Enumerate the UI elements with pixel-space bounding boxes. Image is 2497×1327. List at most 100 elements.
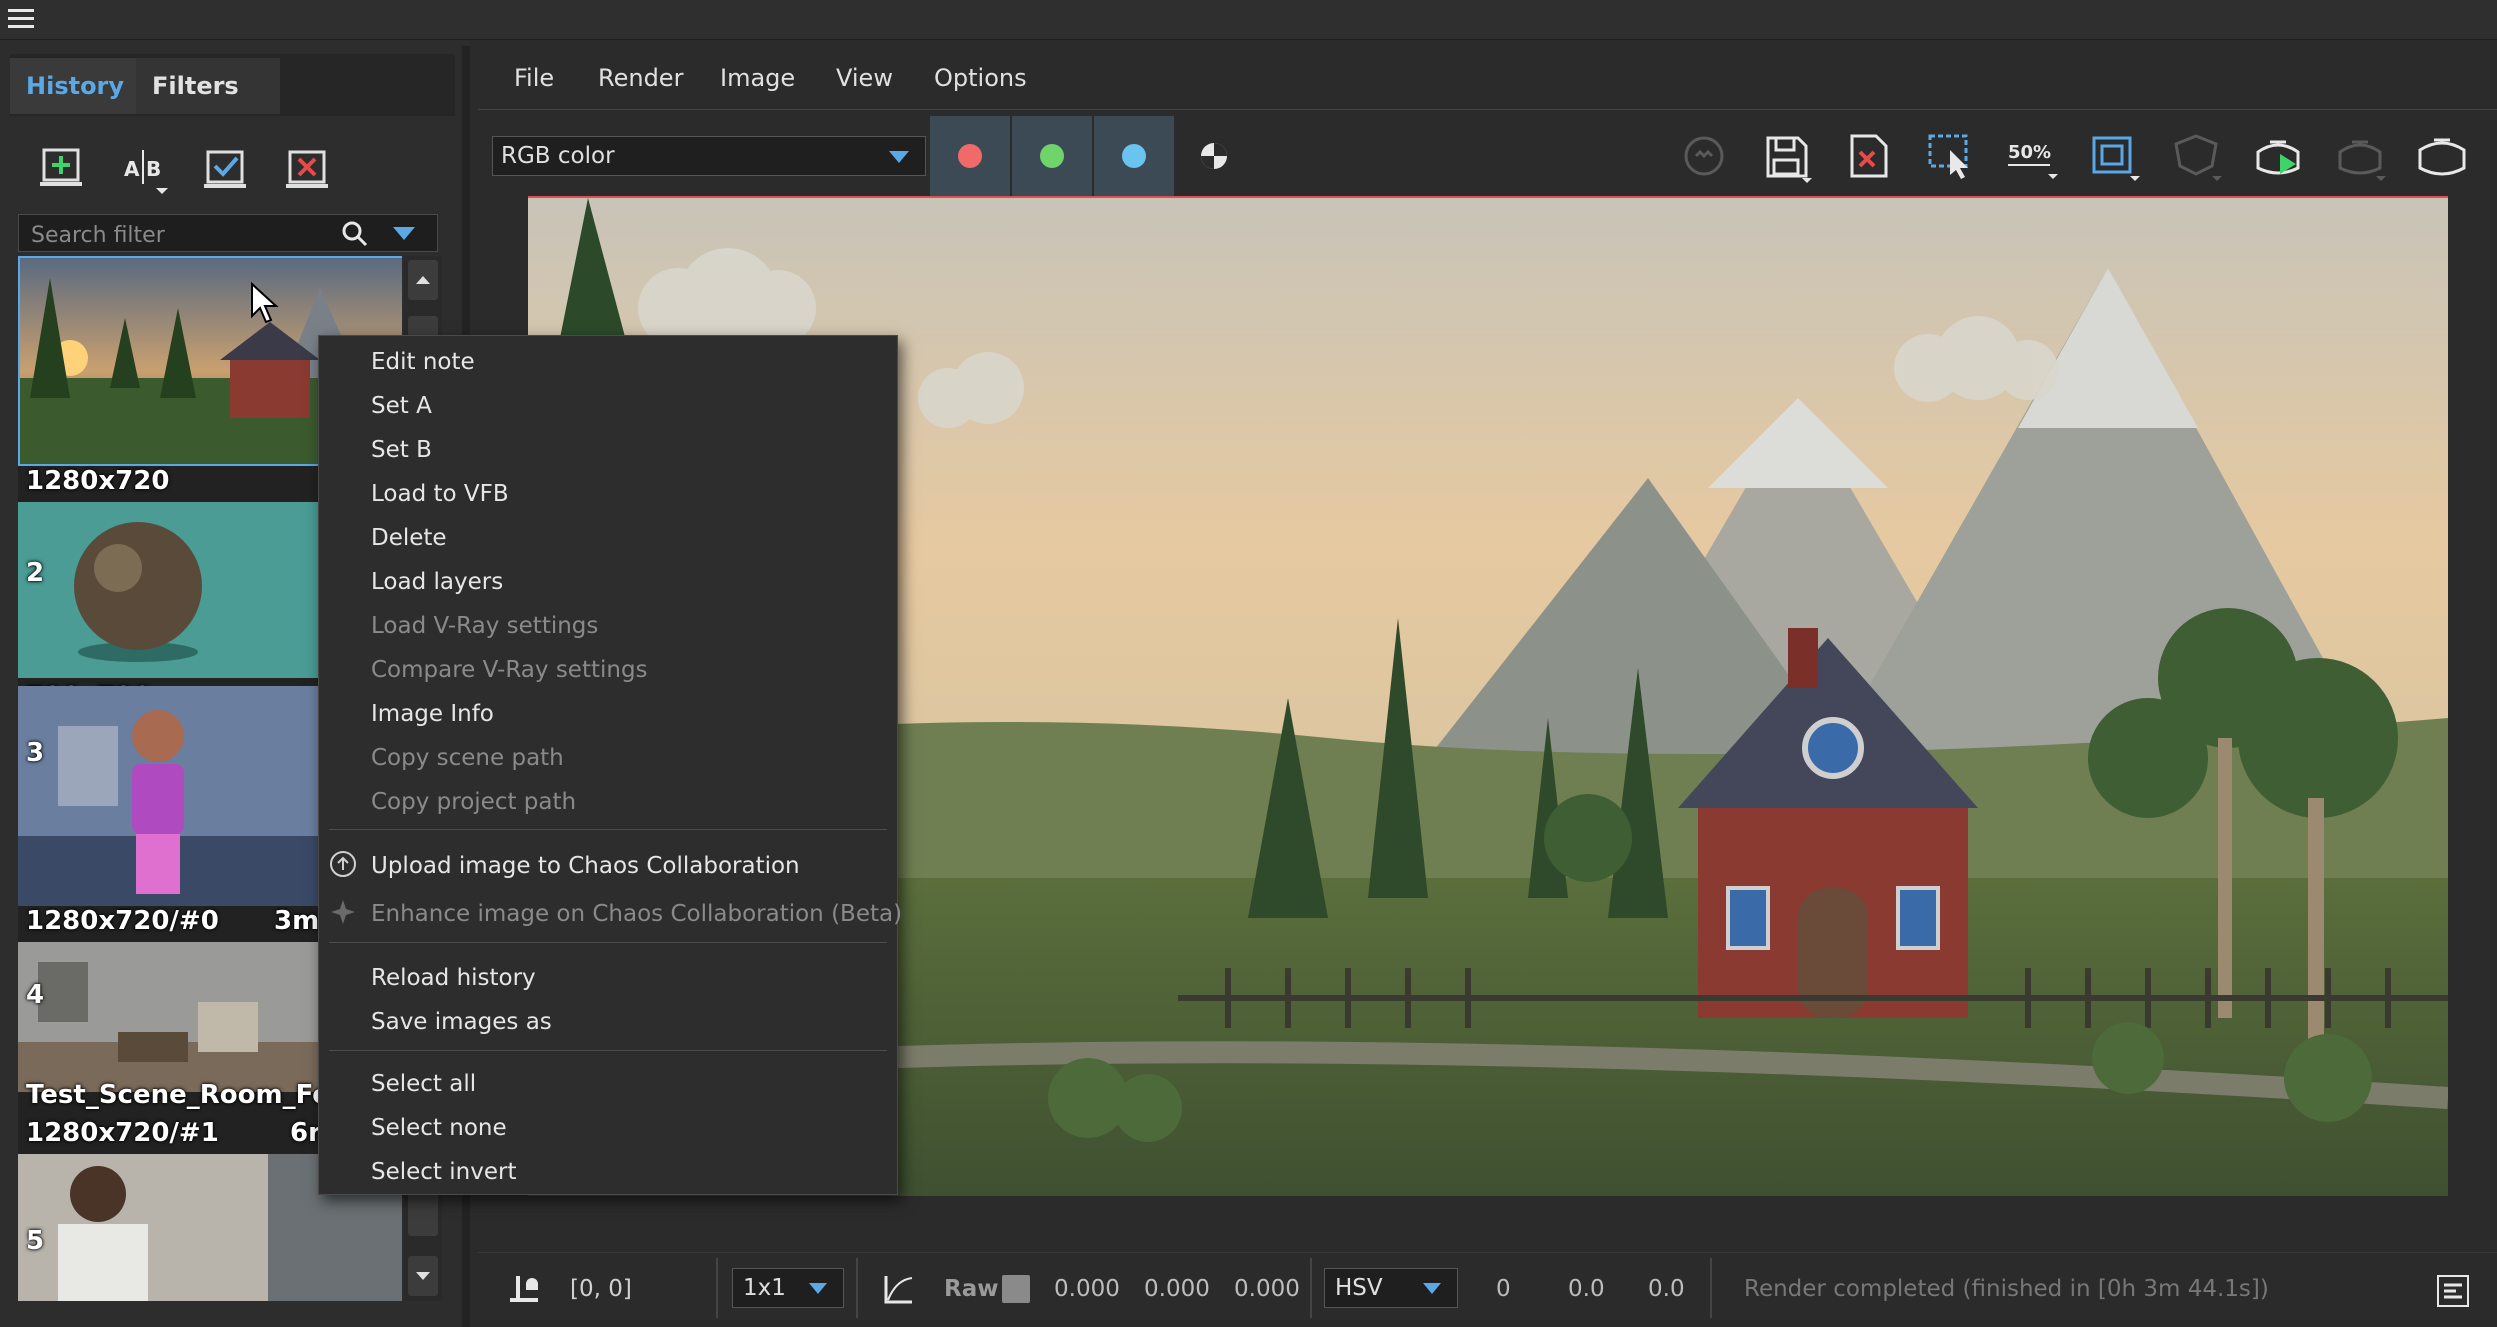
menu-view[interactable]: View — [836, 46, 893, 110]
menu-item-select-all[interactable]: Select all — [371, 1064, 476, 1104]
search-icon[interactable] — [341, 220, 369, 248]
interactive-render-icon[interactable] — [2250, 128, 2306, 184]
blue-channel-dot — [1122, 144, 1146, 168]
thumb-index-label: 2 — [26, 558, 45, 588]
viewport-right-edge — [2480, 196, 2497, 1196]
thumb-index-label: 5 — [26, 1226, 45, 1256]
thumb-index-label: 4 — [26, 980, 45, 1010]
remove-history-icon[interactable] — [280, 140, 336, 196]
red-channel-dot — [958, 144, 982, 168]
stop-render-icon[interactable] — [2332, 128, 2388, 184]
ab-compare-icon[interactable]: AB — [116, 140, 172, 196]
rgb-value-g: 0.000 — [1144, 1276, 1210, 1302]
menu-item-load-layers[interactable]: Load layers — [371, 562, 503, 602]
menu-item-image-info[interactable]: Image Info — [371, 694, 494, 734]
menu-image[interactable]: Image — [720, 46, 795, 110]
region-render-icon[interactable] — [1922, 128, 1978, 184]
color-mode-select[interactable]: HSV — [1324, 1268, 1458, 1308]
color-mode-value: HSV — [1335, 1275, 1383, 1301]
curve-icon[interactable] — [882, 1272, 916, 1306]
menu-item-select-invert[interactable]: Select invert — [371, 1152, 516, 1192]
lock-pixel-icon[interactable] — [508, 1272, 542, 1306]
thumb-index-label: 3 — [26, 738, 45, 768]
green-channel-button[interactable] — [1012, 116, 1092, 196]
menu-item-save-images-as[interactable]: Save images as — [371, 1002, 552, 1042]
mouse-cursor-icon — [250, 282, 282, 326]
rgb-value-b: 0.000 — [1234, 1276, 1300, 1302]
rgb-value-r: 0.000 — [1054, 1276, 1120, 1302]
thumb-resolution-label: 1280x720/#0 — [26, 906, 219, 936]
color-swatch[interactable] — [1002, 1275, 1030, 1303]
svg-text:B: B — [146, 157, 161, 181]
menu-separator — [329, 1050, 887, 1051]
channel-select-value: RGB color — [501, 143, 615, 169]
chevron-down-icon — [1421, 1281, 1443, 1297]
menu-item-enhance-chaos-collaboration: Enhance image on Chaos Collaboration (Be… — [371, 901, 903, 927]
menu-file[interactable]: File — [514, 46, 554, 110]
cloud-upload-icon — [329, 850, 357, 878]
ratio-select-value: 1x1 — [743, 1275, 786, 1301]
frame-icon[interactable] — [2086, 128, 2142, 184]
clear-image-icon[interactable] — [1840, 128, 1896, 184]
pixel-coords: [0, 0] — [570, 1276, 632, 1302]
log-icon[interactable] — [2436, 1274, 2470, 1308]
status-divider — [1310, 1258, 1312, 1318]
hsv-value-s: 0.0 — [1568, 1276, 1605, 1302]
chevron-down-icon — [807, 1281, 829, 1297]
scroll-down-button[interactable] — [408, 1256, 438, 1296]
green-channel-dot — [1040, 144, 1064, 168]
alpha-channel-icon[interactable] — [1186, 128, 1242, 184]
menu-item-compare-vray-settings: Compare V-Ray settings — [371, 657, 648, 683]
menu-separator — [329, 942, 887, 943]
chevron-down-icon — [887, 149, 911, 165]
raw-label: Raw — [944, 1276, 999, 1302]
add-to-history-icon[interactable] — [34, 140, 90, 196]
menu-item-reload-history[interactable]: Reload history — [371, 958, 536, 998]
hamburger-menu-icon[interactable] — [8, 6, 36, 32]
menu-item-edit-note[interactable]: Edit note — [371, 342, 475, 382]
menu-item-copy-project-path: Copy project path — [371, 789, 577, 815]
zoom-50-icon[interactable]: 50% — [2004, 128, 2060, 184]
menu-item-set-a[interactable]: Set A — [371, 386, 432, 426]
thumb-time-label: 6r — [290, 1118, 321, 1148]
menu-item-delete[interactable]: Delete — [371, 518, 447, 558]
menu-item-load-to-vfb[interactable]: Load to VFB — [371, 474, 509, 514]
enhance-sparkle-icon — [329, 898, 357, 926]
svg-text:A: A — [124, 157, 140, 181]
hsv-value-h: 0 — [1496, 1276, 1511, 1302]
channel-select[interactable]: RGB color — [492, 136, 926, 176]
status-divider — [716, 1258, 718, 1318]
thumb-scene-name-label: Test_Scene_Room_Fo — [26, 1080, 331, 1110]
zoom-level-label: 50% — [2008, 142, 2051, 163]
menu-item-load-vray-settings: Load V-Ray settings — [371, 613, 599, 639]
status-divider — [856, 1258, 858, 1318]
ratio-select[interactable]: 1x1 — [732, 1268, 844, 1308]
lens-effects-icon[interactable] — [2168, 128, 2224, 184]
thumb-resolution-label: 1280x720/#1 — [26, 1118, 219, 1148]
save-image-icon[interactable] — [1758, 128, 1814, 184]
tab-filters[interactable]: Filters — [136, 58, 280, 114]
select-all-history-icon[interactable] — [198, 140, 254, 196]
menu-render[interactable]: Render — [598, 46, 683, 110]
menu-options[interactable]: Options — [934, 46, 1027, 110]
menu-item-copy-scene-path: Copy scene path — [371, 745, 564, 771]
hsv-value-v: 0.0 — [1648, 1276, 1685, 1302]
panel-tab-bar: History Filters — [10, 54, 455, 116]
blue-channel-button[interactable] — [1094, 116, 1174, 196]
red-channel-button[interactable] — [930, 116, 1010, 196]
status-divider — [1710, 1258, 1712, 1318]
render-teapot-icon[interactable] — [2414, 128, 2470, 184]
scroll-up-button[interactable] — [408, 260, 438, 300]
denoise-icon[interactable] — [1676, 128, 1732, 184]
history-context-menu: Edit note Set A Set B Load to VFB Delete… — [318, 335, 902, 1195]
thumb-time-label: 3m — [274, 906, 320, 936]
search-input[interactable] — [29, 219, 343, 251]
title-bar — [0, 0, 2497, 40]
menu-bar: File Render Image View Options — [478, 46, 2497, 110]
menu-item-select-none[interactable]: Select none — [371, 1108, 507, 1148]
menu-item-upload-chaos-collaboration[interactable]: Upload image to Chaos Collaboration — [371, 846, 800, 886]
filter-dropdown-icon[interactable] — [391, 221, 417, 245]
menu-item-set-b[interactable]: Set B — [371, 430, 432, 470]
render-status-message: Render completed (finished in [0h 3m 44.… — [1744, 1276, 2269, 1302]
history-toolbar: AB — [18, 128, 458, 208]
